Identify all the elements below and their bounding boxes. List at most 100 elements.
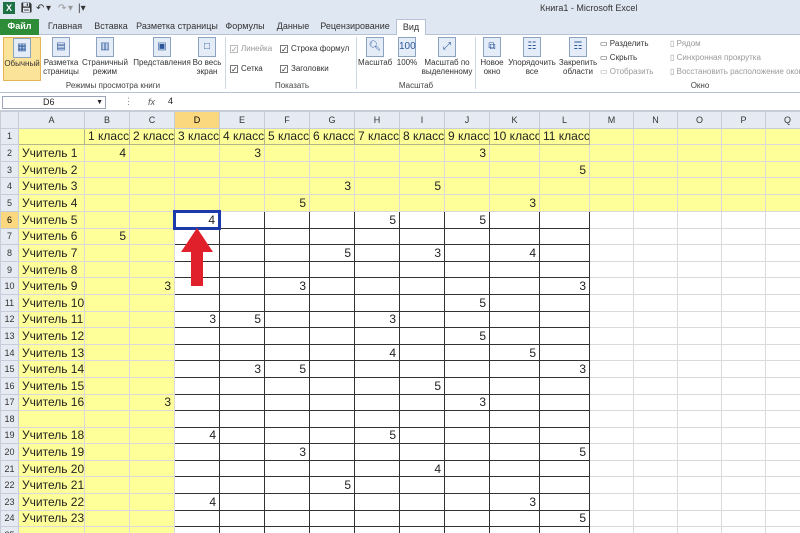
cell-f23[interactable] bbox=[264, 493, 310, 511]
cell-p12[interactable] bbox=[721, 310, 766, 329]
cell-k16[interactable] bbox=[489, 376, 540, 395]
cell-l4[interactable] bbox=[539, 177, 590, 195]
cell-o9[interactable] bbox=[677, 260, 722, 279]
cell-m10[interactable] bbox=[589, 277, 634, 295]
cell-p14[interactable] bbox=[721, 343, 766, 362]
cell-d25[interactable] bbox=[174, 526, 220, 533]
cell-n17[interactable] bbox=[633, 393, 678, 412]
cell-d12[interactable]: 3 bbox=[174, 310, 220, 329]
cell-e24[interactable] bbox=[219, 509, 265, 528]
cell-g19[interactable] bbox=[309, 426, 355, 445]
cell-d15[interactable] bbox=[174, 360, 220, 378]
cell-q1[interactable] bbox=[765, 127, 800, 146]
cell-o16[interactable] bbox=[677, 376, 722, 395]
cell-c23[interactable] bbox=[129, 493, 175, 511]
cell-c17[interactable]: 3 bbox=[129, 393, 175, 412]
cell-k19[interactable] bbox=[489, 426, 540, 445]
cell-h8[interactable] bbox=[354, 244, 400, 262]
cell-e4[interactable] bbox=[219, 177, 265, 195]
cell-h23[interactable] bbox=[354, 493, 400, 511]
cell-e1[interactable]: 4 класс bbox=[219, 127, 265, 146]
cell-o19[interactable] bbox=[677, 426, 722, 445]
cell-o21[interactable] bbox=[677, 459, 722, 478]
cell-j17[interactable]: 3 bbox=[444, 393, 490, 412]
cell-l21[interactable] bbox=[539, 459, 590, 478]
cell-n9[interactable] bbox=[633, 260, 678, 279]
split-button[interactable]: ▭ Разделить bbox=[600, 39, 649, 49]
cell-l22[interactable] bbox=[539, 476, 590, 495]
cell-f18[interactable] bbox=[264, 410, 310, 428]
cell-f21[interactable] bbox=[264, 459, 310, 478]
cell-a3[interactable]: Учитель 2 bbox=[18, 160, 85, 179]
cell-f5[interactable]: 5 bbox=[264, 193, 310, 212]
cell-n3[interactable] bbox=[633, 160, 678, 179]
cell-i4[interactable]: 5 bbox=[399, 177, 445, 195]
cell-g17[interactable] bbox=[309, 393, 355, 412]
cell-o12[interactable] bbox=[677, 310, 722, 329]
cell-k23[interactable]: 3 bbox=[489, 493, 540, 511]
cell-e13[interactable] bbox=[219, 327, 265, 345]
cell-b22[interactable] bbox=[84, 476, 130, 495]
cell-k20[interactable] bbox=[489, 443, 540, 461]
cell-h21[interactable] bbox=[354, 459, 400, 478]
cell-j16[interactable] bbox=[444, 376, 490, 395]
cell-n8[interactable] bbox=[633, 244, 678, 262]
cell-o6[interactable] bbox=[677, 210, 722, 229]
cell-p3[interactable] bbox=[721, 160, 766, 179]
cell-l14[interactable] bbox=[539, 343, 590, 362]
column-header-d[interactable]: D bbox=[174, 111, 220, 129]
cell-c22[interactable] bbox=[129, 476, 175, 495]
unhide-button[interactable]: ▭ Отобразить bbox=[600, 67, 653, 77]
cell-k7[interactable] bbox=[489, 227, 540, 246]
cell-g12[interactable] bbox=[309, 310, 355, 329]
cell-f8[interactable] bbox=[264, 244, 310, 262]
select-all-corner[interactable] bbox=[0, 111, 19, 129]
cell-q13[interactable] bbox=[765, 327, 800, 345]
row-header-12[interactable]: 12 bbox=[0, 310, 19, 329]
hide-button[interactable]: ▭ Скрыть bbox=[600, 53, 637, 63]
cell-q22[interactable] bbox=[765, 476, 800, 495]
cell-a20[interactable]: Учитель 19 bbox=[18, 443, 85, 461]
cell-h1[interactable]: 7 класс bbox=[354, 127, 400, 146]
cell-b23[interactable] bbox=[84, 493, 130, 511]
cell-i22[interactable] bbox=[399, 476, 445, 495]
tab-file[interactable]: Файл bbox=[0, 19, 39, 35]
cell-g13[interactable] bbox=[309, 327, 355, 345]
cell-b15[interactable] bbox=[84, 360, 130, 378]
cell-n12[interactable] bbox=[633, 310, 678, 329]
cell-o8[interactable] bbox=[677, 244, 722, 262]
cell-a24[interactable]: Учитель 23 bbox=[18, 509, 85, 528]
cell-a11[interactable]: Учитель 10 bbox=[18, 293, 85, 312]
cell-h2[interactable] bbox=[354, 144, 400, 162]
cell-c24[interactable] bbox=[129, 509, 175, 528]
cell-k9[interactable] bbox=[489, 260, 540, 279]
row-header-16[interactable]: 16 bbox=[0, 376, 19, 395]
cell-f1[interactable]: 5 класс bbox=[264, 127, 310, 146]
cell-k5[interactable]: 3 bbox=[489, 193, 540, 212]
cell-i21[interactable]: 4 bbox=[399, 459, 445, 478]
cell-p22[interactable] bbox=[721, 476, 766, 495]
tab-data[interactable]: Данные bbox=[272, 19, 314, 35]
cell-g20[interactable] bbox=[309, 443, 355, 461]
cell-h9[interactable] bbox=[354, 260, 400, 279]
cell-n20[interactable] bbox=[633, 443, 678, 461]
cell-d23[interactable]: 4 bbox=[174, 493, 220, 511]
cell-d19[interactable]: 4 bbox=[174, 426, 220, 445]
cell-o24[interactable] bbox=[677, 509, 722, 528]
cell-k12[interactable] bbox=[489, 310, 540, 329]
cell-e23[interactable] bbox=[219, 493, 265, 511]
column-header-o[interactable]: O bbox=[677, 111, 722, 129]
cell-h5[interactable] bbox=[354, 193, 400, 212]
cell-o18[interactable] bbox=[677, 410, 722, 428]
row-header-20[interactable]: 20 bbox=[0, 443, 19, 461]
freeze-panes-button[interactable]: ☶ Закрепить области bbox=[558, 37, 598, 81]
row-header-19[interactable]: 19 bbox=[0, 426, 19, 445]
cell-c14[interactable] bbox=[129, 343, 175, 362]
cell-b14[interactable] bbox=[84, 343, 130, 362]
cell-d3[interactable] bbox=[174, 160, 220, 179]
cell-j7[interactable] bbox=[444, 227, 490, 246]
cell-j4[interactable] bbox=[444, 177, 490, 195]
cell-j2[interactable]: 3 bbox=[444, 144, 490, 162]
cell-p9[interactable] bbox=[721, 260, 766, 279]
cell-n10[interactable] bbox=[633, 277, 678, 295]
